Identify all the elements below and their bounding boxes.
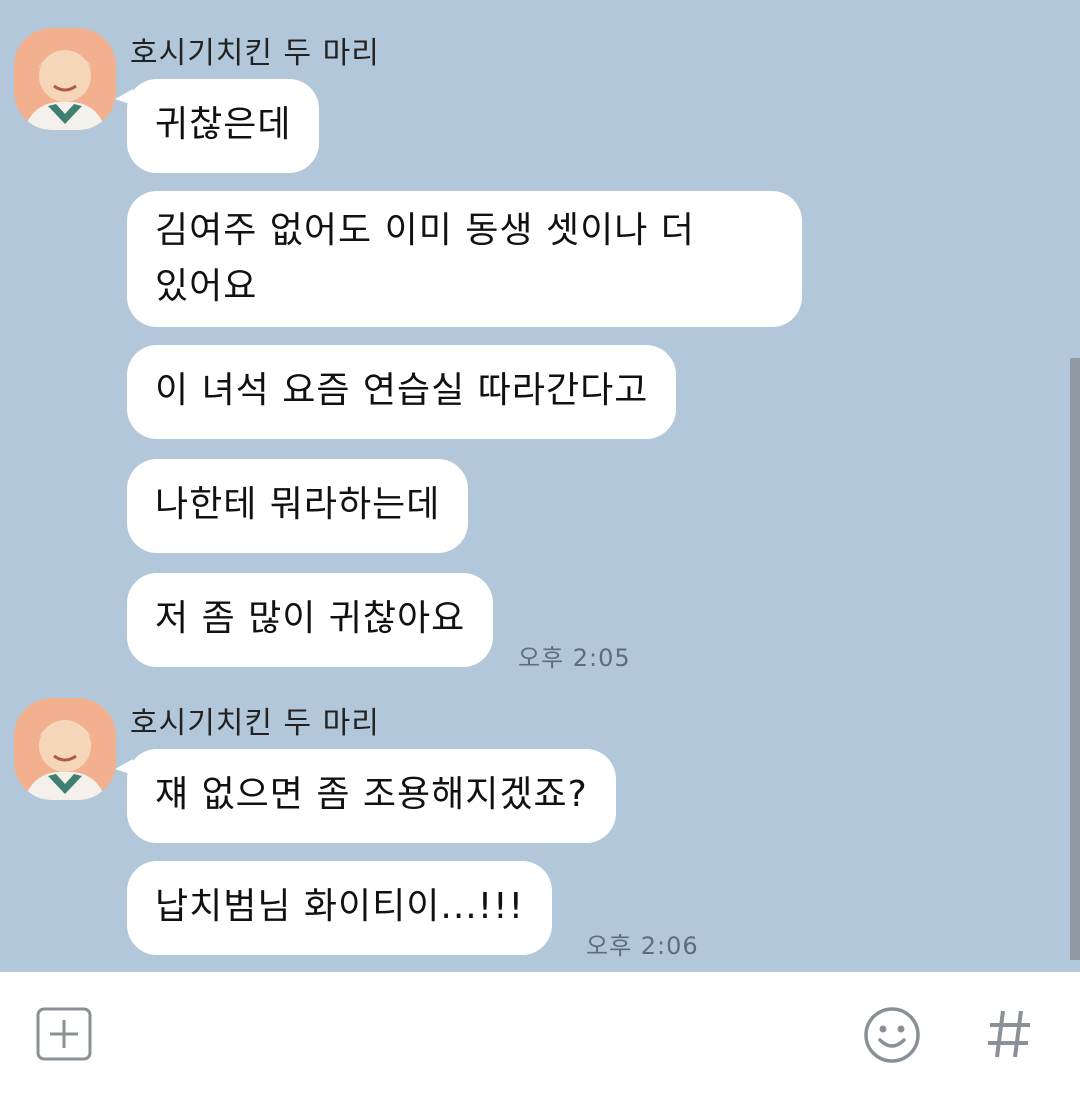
sender-avatar[interactable] (14, 698, 116, 800)
smiley-icon[interactable] (862, 1005, 922, 1069)
sender-name: 호시기치킨 두 마리 (130, 36, 380, 71)
message-time: 오후 2:06 (586, 932, 699, 960)
message-text: 이 녀석 요즘 연습실 따라간다고 (155, 370, 649, 411)
message-bubble[interactable]: 저 좀 많이 귀찮아요 (127, 573, 494, 667)
sender-avatar[interactable] (14, 28, 116, 130)
message-bubble[interactable]: 나한테 뭐라하는데 (127, 459, 469, 553)
message-bubble[interactable]: 납치범님 화이티이...!!! (127, 861, 553, 955)
message-text: 있어요 (155, 266, 258, 307)
message-text: 김여주 없어도 이미 동생 셋이나 더 (155, 210, 695, 251)
message-bubble[interactable]: 이 녀석 요즘 연습실 따라간다고 (127, 345, 677, 439)
avatar-image (14, 698, 116, 800)
plus-square-icon[interactable] (36, 1007, 92, 1065)
message-text: 납치범님 화이티이...!!! (155, 886, 525, 927)
message-text: 나한테 뭐라하는데 (155, 484, 441, 525)
message-text: 저 좀 많이 귀찮아요 (155, 598, 466, 639)
message-bubble[interactable]: 쟤 없으면 좀 조용해지겠죠? (115, 749, 616, 843)
message-text: 쟤 없으면 좀 조용해지겠죠? (155, 774, 588, 815)
scrollbar[interactable] (1070, 358, 1080, 960)
message-bubble[interactable]: 김여주 없어도 이미 동생 셋이나 더 있어요 (127, 191, 802, 327)
message-bubble[interactable]: 귀찮은데 (114, 79, 320, 173)
input-bar (0, 972, 1080, 1098)
message-text: 귀찮은데 (155, 104, 292, 145)
message-time: 오후 2:05 (518, 644, 631, 672)
avatar-image (14, 28, 116, 130)
sender-name: 호시기치킨 두 마리 (130, 706, 380, 741)
hash-icon[interactable] (986, 1008, 1032, 1064)
chat-area[interactable]: 호시기치킨 두 마리 귀찮은데 김여주 없어도 이미 동생 셋이나 더 있어요 … (0, 0, 1080, 972)
